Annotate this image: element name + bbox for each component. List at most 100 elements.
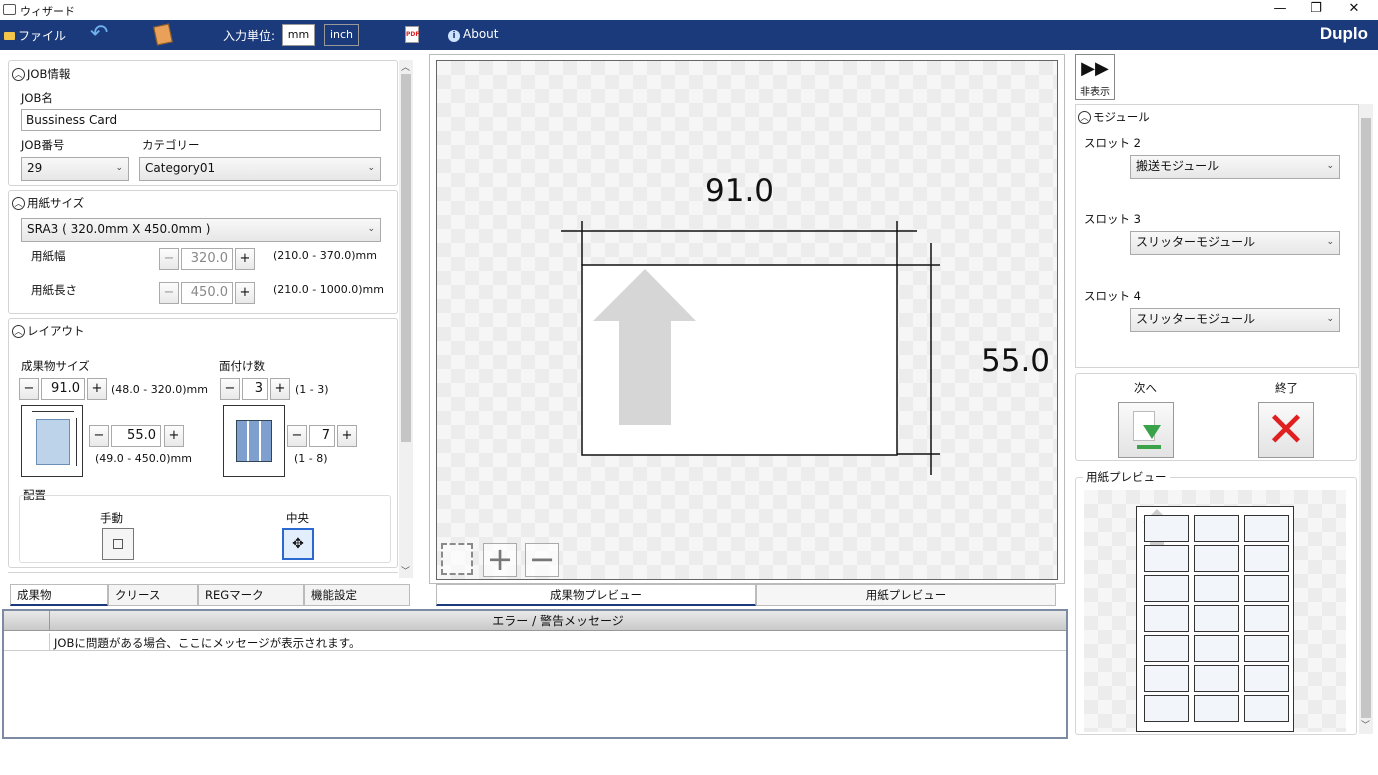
tab-paper-preview[interactable]: 用紙プレビュー [756,584,1056,606]
job-name-input[interactable]: Bussiness Card [21,109,381,131]
category-value: Category01 [145,161,216,175]
tab-product[interactable]: 成果物 [10,584,108,606]
paper-section-header[interactable]: ︿ 用紙サイズ [12,195,84,211]
left-panel: ︿ JOB情報 JOB名 Bussiness Card JOB番号 カテゴリー 2… [4,56,420,606]
message-header-row: エラー / 警告メッセージ [4,611,1066,631]
module-section: ︿ モジュール スロット 2 搬送モジュール ⌄ スロット 3 スリッターモジュール… [1075,104,1359,368]
menu-bar: ファイル ↶ 入力単位: mm inch PDF i About Duplo [0,20,1378,50]
right-scrollbar[interactable]: ﹀ [1359,104,1373,734]
paper-preview-cell [1244,515,1289,542]
paper-sheet [1136,506,1294,732]
paper-preview-cell [1194,665,1239,692]
zoom-in-icon[interactable]: + [483,543,517,577]
right-scrollbar-thumb[interactable] [1361,118,1371,718]
message-row[interactable]: JOBに問題がある場合、ここにメッセージが表示されます。 [4,633,1066,651]
unit-mm-button[interactable]: mm [282,24,315,46]
product-width-input[interactable]: 91.0 [41,378,85,400]
hide-label: 非表示 [1080,87,1110,98]
scroll-down-icon[interactable]: ﹀ [401,564,410,577]
scroll-up-icon[interactable]: ︿ [401,60,410,73]
imposition-cols-minus[interactable]: − [220,378,240,400]
height-arrow-icon [76,418,77,466]
layout-section: ︿ レイアウト 成果物サイズ − 91.0 + (48.0 - 320.0)mm … [8,318,398,568]
message-panel: エラー / 警告メッセージ JOBに問題がある場合、ここにメッセージが表示されま… [2,609,1068,739]
section-divider [8,572,398,578]
layout-section-header[interactable]: ︿ レイアウト [12,323,85,339]
product-width-plus[interactable]: + [87,378,107,400]
about-menu[interactable]: i About [448,27,498,42]
pdf-icon[interactable]: PDF [405,26,419,43]
square-icon [113,539,123,549]
close-button[interactable]: ✕ [1336,0,1372,20]
fit-view-icon[interactable] [441,543,473,575]
product-height-input[interactable]: 55.0 [111,425,161,447]
paper-size-select[interactable]: SRA3 ( 320.0mm X 450.0mm ) ⌄ [21,218,381,242]
imposition-rows-minus[interactable]: − [287,425,307,447]
tab-reg-mark[interactable]: REGマーク [198,584,304,606]
paper-length-label: 用紙長さ [31,283,77,297]
slot-2-label: スロット 2 [1084,136,1141,150]
chevron-down-icon: ⌄ [1326,161,1334,171]
left-scrollbar-thumb[interactable] [401,74,411,442]
manual-placement-button[interactable] [102,528,134,560]
chevron-down-icon: ⌄ [1326,314,1334,324]
imposition-cols-input[interactable]: 3 [242,378,268,400]
product-height-plus[interactable]: + [164,425,184,447]
slot-4-select[interactable]: スリッターモジュール ⌄ [1130,308,1340,332]
calculator-icon[interactable] [153,23,173,46]
job-number-select[interactable]: 29 ⌄ [21,157,129,181]
hide-panel-button[interactable]: ▶▶ 非表示 [1075,54,1115,100]
paper-preview-cell [1194,635,1239,662]
finish-button[interactable]: ✕ [1258,402,1314,458]
next-button[interactable] [1118,402,1174,458]
paper-length-input[interactable]: 450.0 [181,282,233,304]
chevron-up-icon: ︿ [12,68,25,81]
grid-icon [236,420,272,462]
folder-icon [4,32,15,40]
paper-width-plus[interactable]: + [235,248,255,270]
tab-crease[interactable]: クリース [108,584,198,606]
paper-length-plus[interactable]: + [235,282,255,304]
imposition-rows-plus[interactable]: + [337,425,357,447]
imposition-label: 面付け数 [219,359,265,373]
job-section-header[interactable]: ︿ JOB情報 [12,66,70,82]
paper-preview-cell [1244,695,1289,722]
undo-icon[interactable]: ↶ [90,22,108,46]
action-section: 次へ 終了 ✕ [1075,373,1357,461]
message-row-index [4,633,50,651]
chevron-down-icon: ⌄ [115,163,123,173]
paper-preview-cell [1144,575,1189,602]
left-scrollbar[interactable]: ︿ ﹀ [399,60,413,578]
minimize-button[interactable]: — [1262,0,1298,20]
slot-3-select[interactable]: スリッターモジュール ⌄ [1130,231,1340,255]
file-menu[interactable]: ファイル [4,27,66,44]
maximize-button[interactable]: ❐ [1298,0,1334,20]
manual-label: 手動 [100,511,123,525]
module-section-header[interactable]: ︿ モジュール [1078,109,1150,125]
tab-product-preview[interactable]: 成果物プレビュー [436,584,756,606]
info-icon: i [448,30,460,42]
paper-length-range: (210.0 - 1000.0)mm [273,283,384,296]
slot-4-value: スリッターモジュール [1136,312,1256,326]
paper-width-minus[interactable]: − [159,248,179,270]
paper-preview-canvas [1084,490,1346,732]
unit-inch-button[interactable]: inch [324,24,359,46]
product-preview-canvas: 91.0 55.0 + − [436,60,1058,580]
slot-2-select[interactable]: 搬送モジュール ⌄ [1130,155,1340,179]
paper-length-minus[interactable]: − [159,282,179,304]
tab-function-settings[interactable]: 機能設定 [304,584,410,606]
product-height-minus[interactable]: − [89,425,109,447]
imposition-rows-input[interactable]: 7 [309,425,335,447]
brand-logo: Duplo [1319,24,1368,43]
category-select[interactable]: Category01 ⌄ [139,157,381,181]
fast-forward-icon: ▶▶ [1081,58,1109,79]
slot-4-label: スロット 4 [1084,289,1141,303]
product-width-minus[interactable]: − [19,378,39,400]
zoom-out-icon[interactable]: − [525,543,559,577]
message-header-index [4,611,50,631]
imposition-cols-plus[interactable]: + [270,378,290,400]
center-placement-button[interactable]: ✥ [282,528,314,560]
scroll-down-icon[interactable]: ﹀ [1361,718,1370,731]
paper-width-input[interactable]: 320.0 [181,248,233,270]
slot-3-label: スロット 3 [1084,212,1141,226]
